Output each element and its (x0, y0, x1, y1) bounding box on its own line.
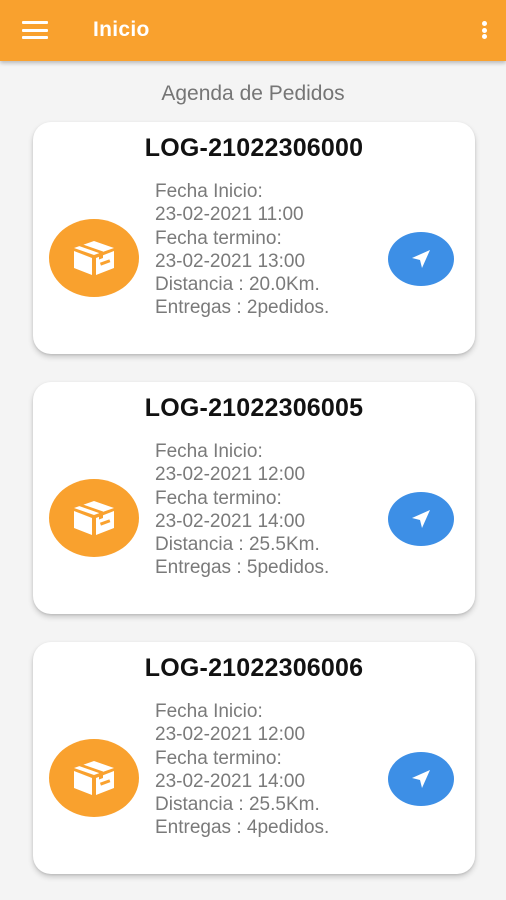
fecha-termino-value: 23-02-2021 13:00 (155, 250, 306, 272)
order-card[interactable]: LOG-21022306006 Fecha Inicio: 23-02-2021… (33, 642, 475, 874)
entregas-text: Entregas : 4pedidos. (155, 817, 330, 839)
package-box-icon (74, 501, 114, 535)
order-details: Fecha Inicio: 23-02-2021 11:00 Fecha ter… (155, 180, 380, 320)
fecha-termino-value: 23-02-2021 14:00 (155, 770, 306, 792)
package-box-button[interactable] (49, 219, 139, 297)
package-box-icon (74, 241, 114, 275)
distancia-text: Distancia : 25.5Km. (155, 794, 320, 816)
navigation-arrow-icon (412, 770, 430, 788)
fecha-inicio-value: 23-02-2021 12:00 (155, 464, 306, 486)
hamburger-menu-icon[interactable] (18, 18, 52, 42)
distancia-text: Distancia : 25.5Km. (155, 534, 320, 556)
fecha-inicio-label: Fecha Inicio: (155, 701, 263, 722)
navigate-button[interactable] (388, 492, 454, 546)
package-box-icon (74, 761, 114, 795)
app-bar-title: Inicio (93, 18, 150, 41)
order-code: LOG-21022306006 (144, 654, 364, 682)
entregas-text: Entregas : 5pedidos. (155, 557, 330, 579)
app-bar: Inicio (0, 0, 506, 61)
fecha-inicio-label: Fecha Inicio: (155, 181, 263, 202)
more-vert-icon[interactable] (478, 18, 490, 42)
fecha-termino-label: Fecha termino: (155, 487, 282, 509)
order-card[interactable]: LOG-21022306000 Fecha Inicio: 23-02-2021… (33, 122, 475, 354)
fecha-inicio-label: Fecha Inicio: (155, 441, 263, 462)
package-box-button[interactable] (49, 479, 139, 557)
navigate-button[interactable] (388, 232, 454, 286)
distancia-text: Distancia : 20.0Km. (155, 274, 320, 296)
fecha-termino-label: Fecha termino: (155, 747, 282, 769)
fecha-inicio-value: 23-02-2021 12:00 (155, 724, 306, 746)
fecha-termino-value: 23-02-2021 14:00 (155, 510, 306, 532)
fecha-inicio-value: 23-02-2021 11:00 (155, 204, 304, 226)
order-card[interactable]: LOG-21022306005 Fecha Inicio: 23-02-2021… (33, 382, 475, 614)
navigate-button[interactable] (388, 752, 454, 806)
navigation-arrow-icon (412, 250, 430, 268)
page-title: Agenda de Pedidos (161, 82, 345, 105)
order-details: Fecha Inicio: 23-02-2021 12:00 Fecha ter… (155, 440, 380, 580)
entregas-text: Entregas : 2pedidos. (155, 297, 330, 319)
order-code: LOG-21022306000 (144, 134, 364, 162)
package-box-button[interactable] (49, 739, 139, 817)
order-code: LOG-21022306005 (144, 394, 364, 422)
navigation-arrow-icon (412, 510, 430, 528)
fecha-termino-label: Fecha termino: (155, 227, 282, 249)
order-details: Fecha Inicio: 23-02-2021 12:00 Fecha ter… (155, 700, 380, 840)
